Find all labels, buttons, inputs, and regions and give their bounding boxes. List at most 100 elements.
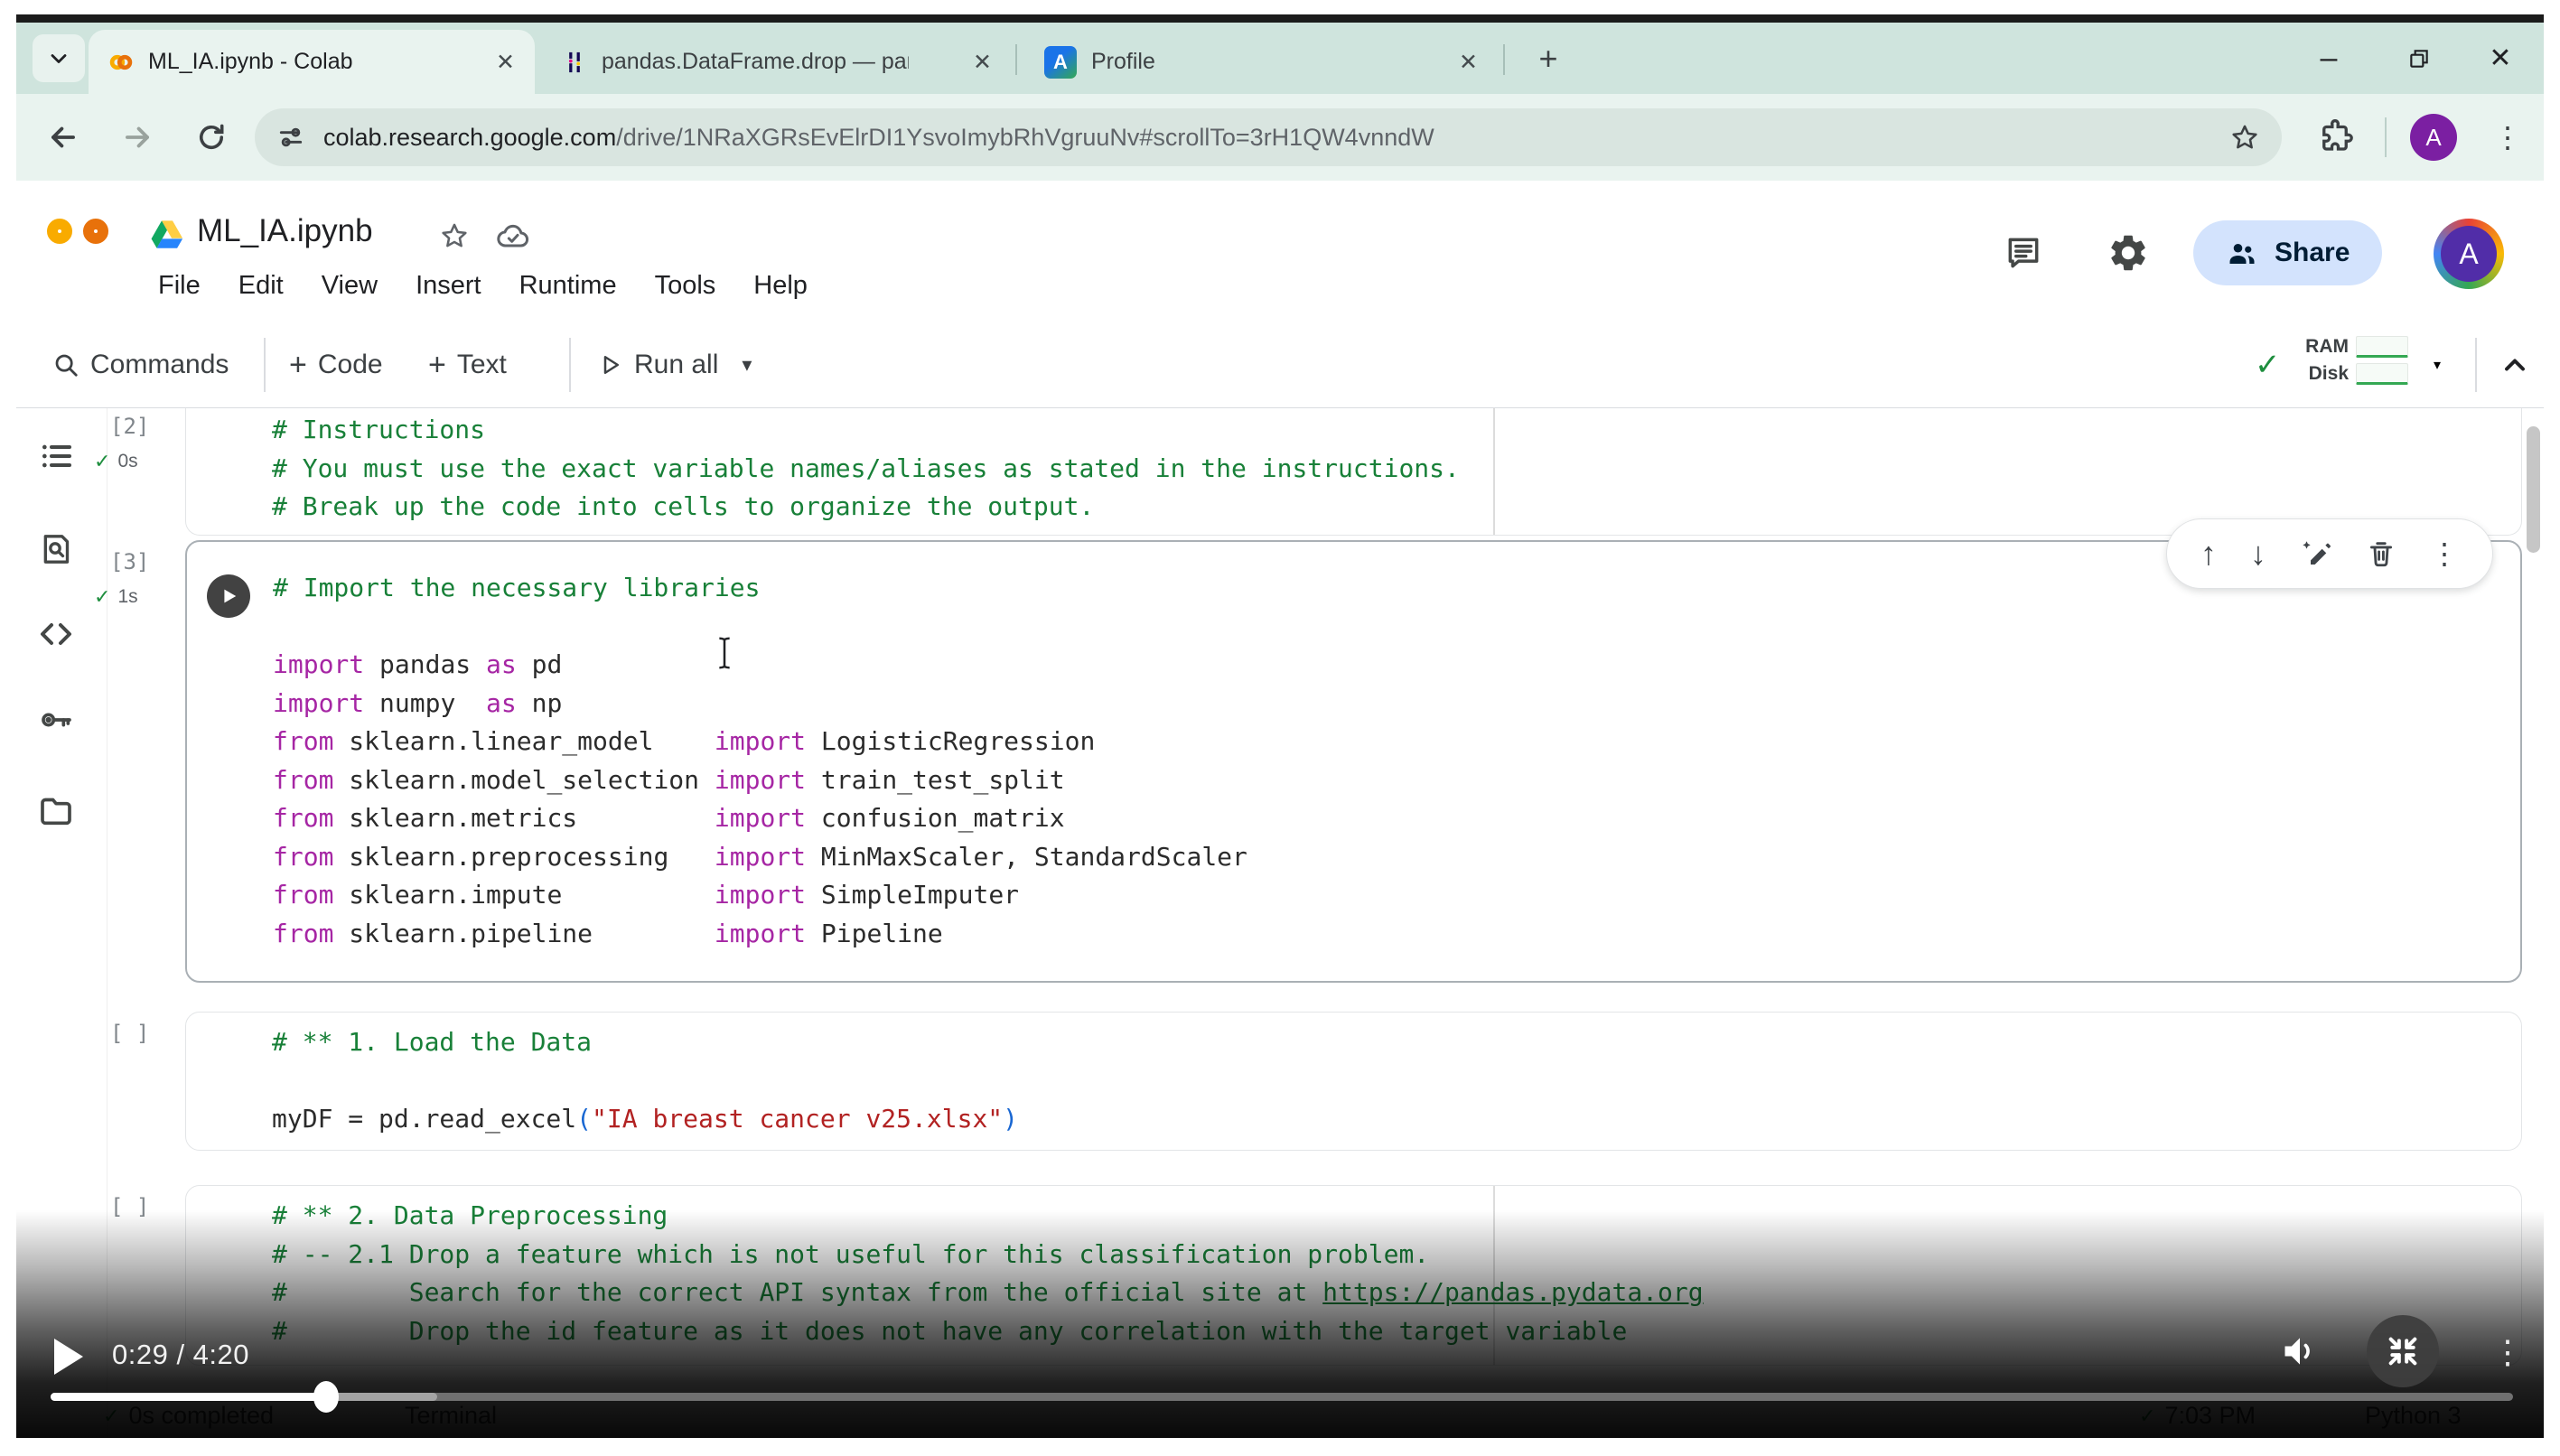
settings-button[interactable] <box>2107 231 2150 275</box>
commands-button[interactable]: Commands <box>52 322 229 408</box>
delete-cell-button[interactable] <box>2366 538 2396 569</box>
new-tab-button[interactable]: + <box>1523 33 1574 84</box>
code-line[interactable]: myDF = pd.read_excel("IA breast cancer v… <box>272 1100 2512 1139</box>
code-line[interactable]: import numpy as np <box>273 685 2511 723</box>
browser-tab-profile[interactable]: A Profile ✕ <box>1024 30 1498 94</box>
menu-view[interactable]: View <box>303 264 397 307</box>
browser-menu-button[interactable]: ⋮ <box>2486 114 2529 161</box>
tab-close-button[interactable]: ✕ <box>960 49 992 76</box>
video-more-options-button[interactable]: ⋮ <box>2486 1331 2529 1373</box>
browser-tab-colab[interactable]: ML_IA.ipynb - Colab ✕ <box>89 30 535 94</box>
code-line[interactable]: from sklearn.pipeline import Pipeline <box>273 915 2511 954</box>
code-editor[interactable]: # ** 1. Load the Data myDF = pd.read_exc… <box>272 1023 2512 1139</box>
move-cell-up-button[interactable]: ↑ <box>2200 535 2217 573</box>
video-exit-fullscreen-button[interactable] <box>2367 1315 2439 1387</box>
tab-title: Profile <box>1091 49 1155 75</box>
notebook-scrollbar-thumb[interactable] <box>2527 426 2540 553</box>
code-line[interactable]: # You must use the exact variable names/… <box>272 450 2512 489</box>
forward-button[interactable] <box>110 110 164 164</box>
menu-bar: File Edit View Insert Runtime Tools Help <box>139 264 827 307</box>
code-cell-load-data[interactable]: # ** 1. Load the Data myDF = pd.read_exc… <box>185 1012 2522 1151</box>
star-notebook-icon[interactable] <box>439 220 470 251</box>
cell-execution-status: ✓ 1s <box>94 585 193 609</box>
execution-time: 0s <box>117 451 137 472</box>
code-line[interactable] <box>272 1062 2512 1101</box>
extensions-button[interactable] <box>2316 117 2354 155</box>
cell-execution-count: [2] <box>110 414 182 439</box>
disk-label: Disk <box>2296 363 2349 385</box>
sidebar-find-replace-button[interactable] <box>38 531 74 567</box>
menu-insert[interactable]: Insert <box>397 264 500 307</box>
colab-account-avatar[interactable]: A <box>2434 219 2504 289</box>
add-text-label: Text <box>457 350 507 380</box>
menu-help[interactable]: Help <box>734 264 827 307</box>
code-line[interactable]: import pandas as pd <box>273 646 2511 685</box>
back-button[interactable] <box>36 110 90 164</box>
code-line[interactable]: from sklearn.metrics import confusion_ma… <box>273 799 2511 838</box>
cell-execution-count: [ ] <box>110 1021 182 1046</box>
window-minimize-button[interactable]: – <box>2300 23 2358 94</box>
video-scrubber[interactable] <box>313 1381 339 1413</box>
move-cell-down-button[interactable]: ↓ <box>2250 535 2266 573</box>
browser-profile-avatar[interactable]: A <box>2410 114 2457 161</box>
reload-button[interactable] <box>184 110 238 164</box>
code-line[interactable]: from sklearn.linear_model import Logisti… <box>273 723 2511 761</box>
menu-tools[interactable]: Tools <box>636 264 735 307</box>
browser-tab-pandas[interactable]: pandas.DataFrame.drop — pan ✕ <box>542 30 1012 94</box>
code-line[interactable]: from sklearn.impute import SimpleImputer <box>273 876 2511 915</box>
code-editor[interactable]: # Instructions# You must use the exact v… <box>272 411 2512 527</box>
code-line[interactable]: # Instructions <box>272 411 2512 450</box>
share-button[interactable]: Share <box>2193 220 2382 285</box>
sidebar-table-of-contents-button[interactable] <box>38 438 74 474</box>
video-volume-button[interactable] <box>2280 1331 2320 1371</box>
run-cell-button[interactable] <box>207 574 250 618</box>
cloud-saved-icon[interactable] <box>495 219 531 255</box>
resources-indicator[interactable]: RAM Disk <box>2296 336 2408 385</box>
menu-edit[interactable]: Edit <box>220 264 303 307</box>
drive-icon <box>150 219 184 253</box>
letterbox-bottom <box>0 1438 2560 1456</box>
bookmark-star-icon[interactable] <box>2229 122 2260 153</box>
window-close-button[interactable]: ✕ <box>2471 23 2529 94</box>
tab-title: pandas.DataFrame.drop — pan <box>602 49 909 75</box>
video-play-button[interactable] <box>51 1337 87 1377</box>
connected-check-icon: ✓ <box>2255 347 2281 383</box>
menu-runtime[interactable]: Runtime <box>500 264 636 307</box>
run-all-dropdown-caret[interactable]: ▾ <box>742 353 752 377</box>
ai-edit-cell-button[interactable] <box>2300 537 2332 570</box>
url-address-bar[interactable]: colab.research.google.com/drive/1NRaXGRs… <box>255 108 2282 166</box>
code-editor[interactable]: # Import the necessary libraries import … <box>273 569 2511 953</box>
run-all-button[interactable]: Run all ▾ <box>596 322 752 408</box>
notebook-title[interactable]: ML_IA.ipynb <box>197 213 373 249</box>
code-line[interactable]: # Break up the code into cells to organi… <box>272 488 2512 527</box>
add-text-button[interactable]: + Text <box>428 322 507 408</box>
tab-search-button[interactable] <box>33 34 85 82</box>
sidebar-code-snippets-button[interactable] <box>38 616 74 652</box>
browser-navigation-toolbar: colab.research.google.com/drive/1NRaXGRs… <box>16 94 2544 181</box>
code-cell-imports[interactable]: # Import the necessary libraries import … <box>185 540 2522 983</box>
code-line[interactable]: from sklearn.model_selection import trai… <box>273 761 2511 800</box>
toolbar-divider <box>264 338 266 392</box>
window-restore-button[interactable] <box>2390 23 2448 94</box>
collapse-toolbar-button[interactable] <box>2499 322 2531 408</box>
tab-close-button[interactable]: ✕ <box>1446 49 1478 76</box>
colab-logo-icon[interactable] <box>47 219 146 266</box>
puzzle-icon <box>2316 117 2354 155</box>
code-line[interactable]: from sklearn.preprocessing import MinMax… <box>273 838 2511 877</box>
sidebar-secrets-button[interactable] <box>38 702 74 738</box>
video-progress-bar[interactable] <box>51 1393 2513 1401</box>
cell-more-options-button[interactable]: ⋮ <box>2430 537 2459 571</box>
code-cell-instructions[interactable]: # Instructions# You must use the exact v… <box>185 408 2522 536</box>
ram-usage-bar <box>2356 336 2408 358</box>
add-code-button[interactable]: + Code <box>289 322 383 408</box>
code-line[interactable]: # ** 1. Load the Data <box>272 1023 2512 1062</box>
add-code-label: Code <box>318 350 383 380</box>
resources-dropdown-caret[interactable]: ▾ <box>2434 322 2441 408</box>
menu-file[interactable]: File <box>139 264 220 307</box>
tab-close-button[interactable]: ✕ <box>483 49 515 76</box>
sidebar-files-button[interactable] <box>38 793 74 829</box>
comments-button[interactable] <box>2004 233 2043 273</box>
avatar: A <box>2441 226 2497 282</box>
site-settings-icon[interactable] <box>276 123 305 152</box>
code-line[interactable] <box>273 608 2511 647</box>
